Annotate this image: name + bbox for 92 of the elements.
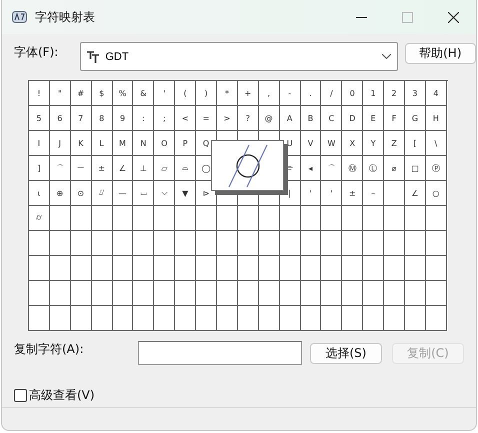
character-cell[interactable]: 6 [50, 106, 71, 131]
character-cell[interactable]: 3 [405, 81, 426, 106]
character-cell[interactable]: 8 [92, 106, 113, 131]
character-cell[interactable]: P [175, 131, 196, 156]
character-cell[interactable]: ⌒ [50, 156, 71, 181]
character-cell[interactable]: ⏥ [154, 156, 176, 181]
character-cell[interactable]: E [363, 106, 384, 131]
character-cell[interactable]: ' [154, 81, 176, 106]
character-cell[interactable]: 0 [342, 81, 364, 106]
character-cell[interactable]: ⏤ [70, 156, 92, 181]
character-cell[interactable]: ! [29, 81, 50, 106]
character-cell[interactable]: Z [384, 131, 406, 156]
character-cell[interactable]: N [133, 131, 154, 156]
character-cell[interactable]: Ⓟ [426, 156, 447, 181]
character-cell[interactable]: ○ [426, 181, 447, 206]
advanced-view-label[interactable]: 高级查看(V) [29, 387, 95, 404]
character-cell[interactable]: [ [405, 131, 426, 156]
character-cell[interactable]: ± [92, 156, 113, 181]
character-cell[interactable]: ? [238, 106, 259, 131]
character-cell[interactable]: 7 [70, 106, 92, 131]
character-cell[interactable]: ⌴ [133, 181, 154, 206]
select-button[interactable]: 选择(S) [310, 342, 382, 364]
character-cell[interactable]: $ [92, 81, 113, 106]
character-cell[interactable]: * [217, 81, 238, 106]
character-cell[interactable]: 4 [426, 81, 447, 106]
character-cell[interactable]: ' [300, 181, 322, 206]
character-cell[interactable]: ⌵ [154, 181, 176, 206]
character-cell[interactable]: Y [363, 131, 384, 156]
character-cell[interactable]: ◂ [300, 156, 322, 181]
character-cell[interactable]: ⌀ [384, 156, 406, 181]
character-cell[interactable]: @ [258, 106, 280, 131]
character-cell[interactable]: ' [321, 181, 342, 206]
character-cell[interactable]: 2 [384, 81, 406, 106]
font-label: 字体(F): [14, 44, 58, 61]
character-cell[interactable]: ; [154, 106, 176, 131]
character-cell[interactable]: & [133, 81, 154, 106]
character-cell[interactable]: ∠ [112, 156, 134, 181]
character-cell[interactable]: ( [175, 81, 196, 106]
character-cell[interactable]: C [321, 106, 342, 131]
character-cell[interactable]: B [300, 106, 322, 131]
window-title: 字符映射表 [35, 8, 96, 26]
character-cell[interactable]: ▼ [175, 181, 196, 206]
character-cell[interactable]: G [405, 106, 426, 131]
character-cell[interactable]: O [154, 131, 176, 156]
character-cell[interactable]: F [384, 106, 406, 131]
character-cell[interactable]: - [280, 81, 301, 106]
character-cell[interactable]: 1 [363, 81, 384, 106]
character-cell[interactable]: , [258, 81, 280, 106]
character-cell[interactable]: ] [29, 156, 50, 181]
character-cell[interactable]: ⊥ [133, 156, 154, 181]
character-cell[interactable]: # [70, 81, 92, 106]
character-cell[interactable]: L [92, 131, 113, 156]
character-cell[interactable]: ⌒ [321, 156, 342, 181]
character-cell[interactable]: " [50, 81, 71, 106]
character-cell[interactable]: \ [426, 131, 447, 156]
character-cell[interactable]: K [70, 131, 92, 156]
copy-characters-label: 复制字符(A): [14, 341, 85, 358]
character-cell[interactable]: D [342, 106, 364, 131]
character-cell[interactable]: ∠ [405, 181, 426, 206]
character-cell[interactable]: 9 [112, 106, 134, 131]
character-cell[interactable]: □ [405, 156, 426, 181]
character-cell[interactable]: = [196, 106, 218, 131]
character-cell[interactable]: Ⓛ [363, 156, 384, 181]
character-cell[interactable]: + [238, 81, 259, 106]
character-cell[interactable]: J [50, 131, 71, 156]
character-cell[interactable]: Ⓜ [342, 156, 364, 181]
help-button[interactable]: 帮助(H) [404, 43, 476, 64]
character-cell[interactable]: W [321, 131, 342, 156]
character-cell[interactable]: < [175, 106, 196, 131]
character-cell[interactable]: ⌰ [92, 181, 113, 206]
character-cell[interactable]: ⊕ [50, 181, 71, 206]
character-cell[interactable]: I [29, 131, 50, 156]
character-cell[interactable]: 5 [29, 106, 50, 131]
character-cell[interactable]: . [300, 81, 322, 106]
character-cell[interactable]: % [112, 81, 134, 106]
character-cell[interactable]: — [112, 181, 134, 206]
character-cell[interactable]: V [300, 131, 322, 156]
character-cell[interactable]: ) [196, 81, 218, 106]
font-dropdown[interactable]: GDT [80, 42, 398, 71]
character-cell[interactable]: > [217, 106, 238, 131]
character-cell[interactable]: M [112, 131, 134, 156]
character-cell[interactable]: ⊙ [70, 181, 92, 206]
character-cell[interactable]: : [133, 106, 154, 131]
character-cell[interactable]: H [426, 106, 447, 131]
character-cell[interactable]: – [363, 181, 384, 206]
character-cell[interactable]: X [342, 131, 364, 156]
character-cell[interactable]: ɩ [29, 181, 50, 206]
character-cell[interactable]: / [321, 81, 342, 106]
character-cell[interactable]: ± [342, 181, 364, 206]
character-cell[interactable]: ⌓ [175, 156, 196, 181]
character-cell[interactable]: A [280, 106, 301, 131]
character-cell[interactable]: ⌭ [29, 206, 50, 231]
